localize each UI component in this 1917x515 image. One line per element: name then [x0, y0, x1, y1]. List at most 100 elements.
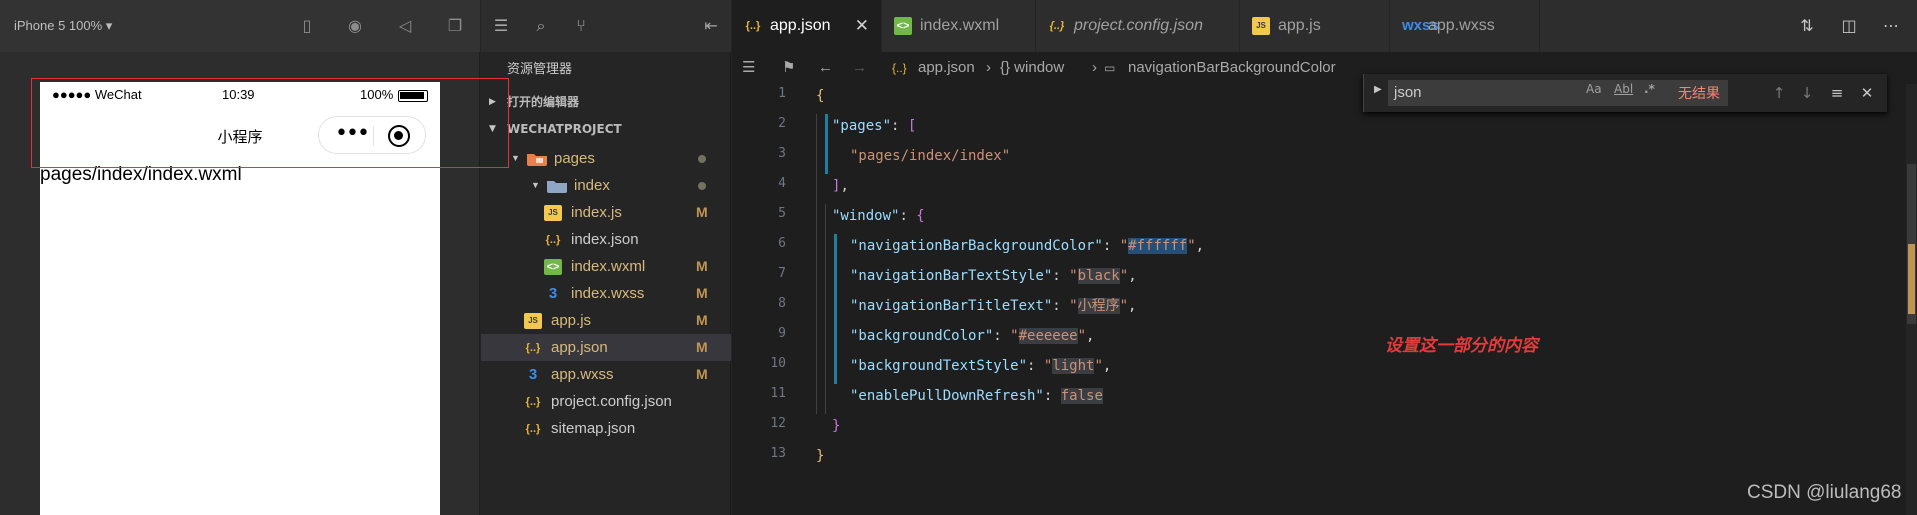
code-line: "pages/index/index" — [850, 148, 1011, 164]
property-icon: ▭ — [1104, 61, 1116, 75]
explorer-toolbar: ☰ ⌕ ⑂ ⇤ — [481, 0, 731, 52]
ide-window: iPhone 5 100% ▾ ▯ ◉ ◁ ❐ ●●●●● WeChat 10:… — [0, 0, 1917, 515]
line-number: 1 — [778, 86, 786, 101]
tree-file-project-config[interactable]: {..} project.config.json — [481, 388, 731, 415]
line-number: 10 — [770, 356, 786, 371]
folder-icon — [527, 154, 547, 166]
line-number: 9 — [778, 326, 786, 341]
close-icon[interactable]: ✕ — [1856, 80, 1878, 106]
explorer-panel: ☰ ⌕ ⑂ ⇤ 资源管理器 ▶ 打开的编辑器 ▼ WECHATPROJECT ▼… — [481, 0, 731, 515]
json-file-icon: {..} — [1049, 20, 1065, 32]
json-file-icon: {..} — [525, 423, 541, 435]
tree-folder-index[interactable]: ▼ index — [481, 172, 731, 199]
chevron-down-icon: ▼ — [511, 153, 520, 163]
tree-file-app-js[interactable]: JS app.js M — [481, 307, 731, 334]
breadcrumb-file[interactable]: app.json — [918, 52, 975, 84]
arrow-up-icon[interactable]: ↑ — [1768, 80, 1790, 106]
code-line: "backgroundTextStyle": "light", — [850, 358, 1112, 374]
tab-project-config[interactable]: {..} project.config.json — [1036, 0, 1240, 52]
bookmark-icon[interactable]: ⚑ — [782, 52, 795, 84]
tab-app-wxss[interactable]: wxss app.wxss — [1390, 0, 1540, 52]
modified-dot — [698, 155, 706, 163]
code-line: "navigationBarBackgroundColor": "#ffffff… — [850, 238, 1205, 254]
wxss-file-icon: 3 — [548, 285, 558, 302]
outline-icon[interactable]: ☰ — [742, 52, 755, 84]
line-number: 13 — [770, 446, 786, 461]
find-input[interactable]: json — [1388, 80, 1728, 106]
arrow-down-icon[interactable]: ↓ — [1796, 80, 1818, 106]
folder-icon — [547, 181, 567, 193]
line-number-gutter: 1 2 3 4 5 6 7 8 9 10 11 12 13 — [732, 84, 792, 515]
wxss-file-icon: 3 — [528, 366, 538, 383]
search-icon[interactable]: ⌕ — [529, 14, 553, 38]
modified-dot — [698, 182, 706, 190]
open-editors-section[interactable]: ▶ 打开的编辑器 — [481, 90, 731, 114]
line-number: 8 — [778, 296, 786, 311]
wxml-file-icon: <> — [544, 259, 562, 275]
json-file-icon: {..} — [745, 20, 761, 32]
source-control-icon[interactable]: ⑂ — [569, 14, 593, 38]
line-number: 3 — [778, 146, 786, 161]
tab-app-js[interactable]: JS app.js — [1240, 0, 1390, 52]
json-file-icon: {..} — [525, 396, 541, 408]
project-section[interactable]: ▼ WECHATPROJECT — [481, 117, 731, 141]
js-file-icon: JS — [544, 205, 562, 221]
tree-file-index-js[interactable]: JS index.js M — [481, 199, 731, 226]
wxss-file-icon: wxss — [1402, 17, 1439, 34]
tree-file-app-json[interactable]: {..} app.json M — [481, 334, 731, 361]
tree-file-app-wxss[interactable]: 3 app.wxss M — [481, 361, 731, 388]
tree-folder-pages[interactable]: ▼ pages — [481, 145, 731, 172]
tab-app-json[interactable]: {..} app.json ✕ — [732, 0, 882, 52]
code-line: } — [832, 418, 841, 434]
line-number: 12 — [770, 416, 786, 431]
forward-icon[interactable]: → — [852, 52, 867, 84]
whole-word-toggle[interactable]: Abl — [1614, 82, 1633, 96]
list-icon[interactable]: ☰ — [489, 14, 513, 38]
code-line: "navigationBarTitleText": "小程序", — [850, 298, 1137, 314]
match-case-toggle[interactable]: Aa — [1586, 82, 1602, 96]
line-number: 7 — [778, 266, 786, 281]
close-icon[interactable]: ✕ — [855, 0, 869, 52]
line-number: 2 — [778, 116, 786, 131]
line-number: 11 — [770, 386, 786, 401]
line-number: 6 — [778, 236, 786, 251]
regex-toggle[interactable]: .* — [1644, 82, 1655, 96]
wxml-file-icon: <> — [894, 17, 912, 35]
watermark: CSDN @liulang68 — [1747, 482, 1902, 503]
json-file-icon: {..} — [892, 61, 907, 75]
volume-icon[interactable]: ◁ — [393, 14, 417, 38]
device-selector[interactable]: iPhone 5 100% ▾ — [14, 18, 112, 34]
tree-file-index-json[interactable]: {..} index.json — [481, 226, 731, 253]
phone-icon[interactable]: ▯ — [295, 14, 319, 38]
explorer-title: 资源管理器 — [507, 62, 573, 77]
tree-file-sitemap[interactable]: {..} sitemap.json — [481, 415, 731, 442]
tree-file-index-wxss[interactable]: 3 index.wxss M — [481, 280, 731, 307]
simulator-toolbar: iPhone 5 100% ▾ ▯ ◉ ◁ ❐ — [0, 0, 480, 52]
scrollbar[interactable] — [1906, 84, 1917, 515]
code-line: } — [816, 448, 825, 464]
code-line: "enablePullDownRefresh": false — [850, 388, 1103, 404]
code-line: "backgroundColor": "#eeeeee", — [850, 328, 1095, 344]
compare-icon[interactable]: ⇅ — [1795, 14, 1819, 38]
code-line: ], — [832, 178, 849, 194]
window-icon[interactable]: ❐ — [443, 14, 467, 38]
breadcrumb-property[interactable]: navigationBarBackgroundColor — [1128, 52, 1336, 84]
tree-file-index-wxml[interactable]: <> index.wxml M — [481, 253, 731, 280]
code-line: "navigationBarTextStyle": "black", — [850, 268, 1137, 284]
tab-index-wxml[interactable]: <> index.wxml — [882, 0, 1036, 52]
code-area[interactable]: { "pages": [ "pages/index/index" ], "win… — [816, 84, 1816, 515]
json-file-icon: {..} — [525, 342, 541, 354]
collapse-panel-icon[interactable]: ⇤ — [699, 14, 723, 38]
js-file-icon: JS — [524, 313, 542, 329]
more-actions-icon[interactable]: ⋯ — [1879, 14, 1903, 38]
breadcrumb-object[interactable]: {} window — [1000, 52, 1064, 84]
chevron-down-icon: ▼ — [531, 180, 540, 190]
back-icon[interactable]: ← — [818, 52, 833, 84]
line-number: 4 — [778, 176, 786, 191]
stop-icon[interactable]: ◉ — [343, 14, 367, 38]
find-in-selection-icon[interactable]: ≡ — [1826, 80, 1848, 106]
chevron-right-icon[interactable]: ▶ — [1374, 84, 1382, 95]
json-file-icon: {..} — [545, 234, 561, 246]
split-editor-icon[interactable]: ◫ — [1837, 14, 1861, 38]
code-line: "window": { — [832, 208, 925, 224]
